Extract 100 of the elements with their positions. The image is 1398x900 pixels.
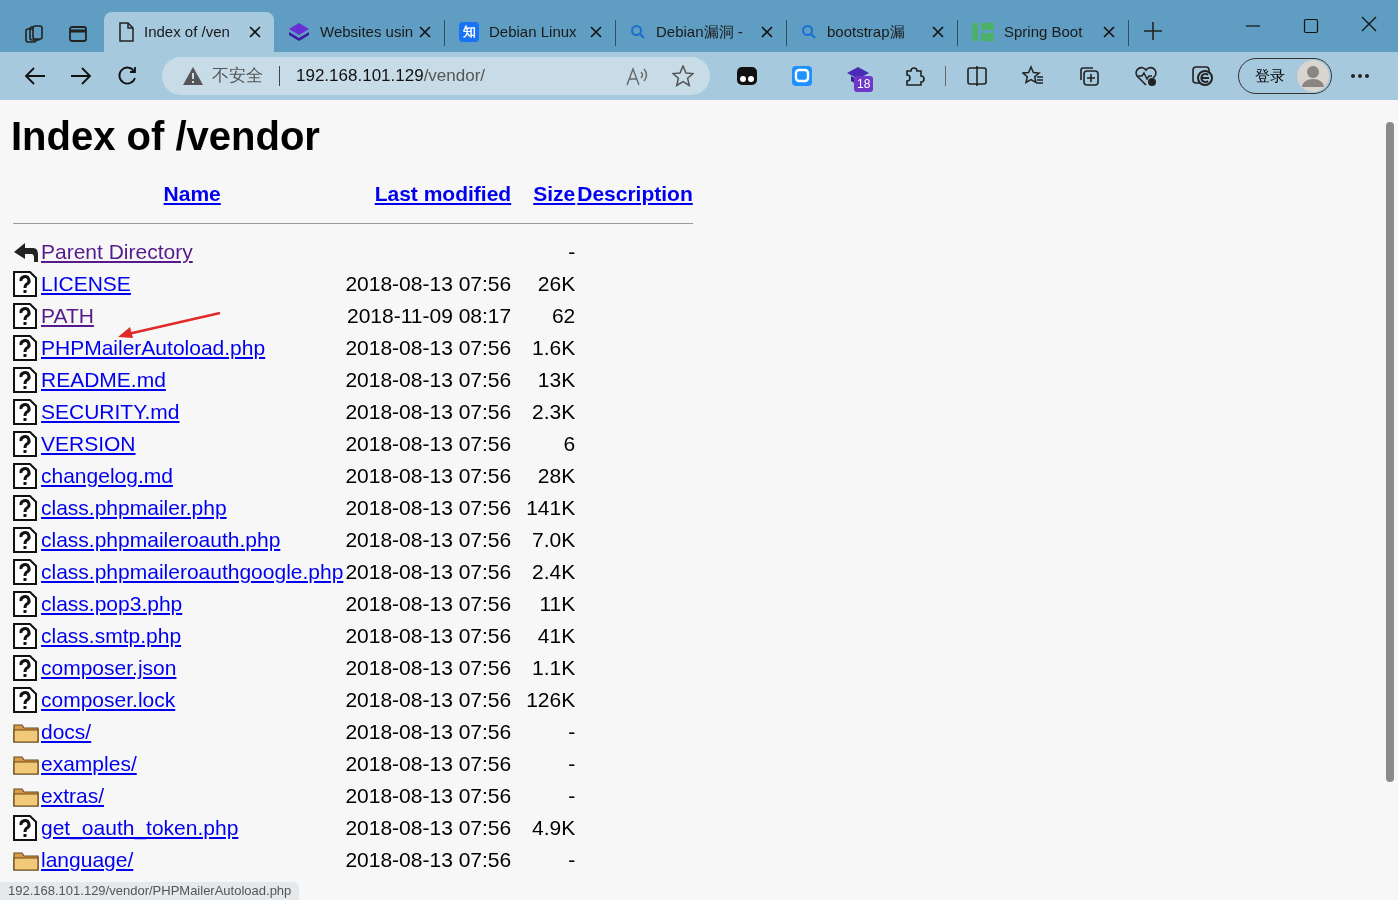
unknown-file-icon [13, 271, 37, 297]
url-text: 192.168.101.129/vendor/ [296, 65, 486, 88]
reload-icon[interactable] [116, 65, 138, 87]
folder-icon [13, 849, 39, 871]
browser-tab[interactable]: Debian漏洞 - [616, 12, 786, 52]
column-header-link[interactable]: Last modified [374, 182, 512, 205]
folder-icon [13, 753, 39, 775]
file-size: 11K [539, 592, 576, 615]
folder-icon [13, 785, 39, 807]
file-link[interactable]: examples/ [41, 752, 137, 775]
browser-tab[interactable]: 知 Debian Linux [445, 12, 615, 52]
split-screen-icon[interactable] [966, 65, 988, 87]
file-link[interactable]: composer.lock [41, 688, 176, 711]
modified-date: 2018-08-13 07:56 [345, 464, 512, 487]
new-tab-icon[interactable] [1143, 21, 1163, 41]
close-icon[interactable] [1102, 25, 1116, 39]
file-size: 2.3K [532, 400, 576, 423]
file-link[interactable]: LICENSE [41, 272, 131, 295]
file-size: 4.9K [532, 816, 576, 839]
column-header-link[interactable]: Description [577, 182, 693, 205]
folder-icon [13, 721, 39, 743]
collections-icon[interactable] [1078, 65, 1100, 87]
puzzle-icon[interactable] [903, 65, 925, 87]
file-size: 126K [526, 688, 576, 711]
tab-title: Index of /ven [144, 21, 231, 42]
file-size: - [568, 848, 576, 871]
modified-date: 2018-08-13 07:56 [345, 272, 512, 295]
favorite-star-icon[interactable] [672, 65, 694, 87]
close-icon[interactable] [760, 25, 774, 39]
browser-tab[interactable]: bootstrap漏 [787, 12, 957, 52]
tab-actions-icon[interactable] [68, 24, 88, 44]
close-icon[interactable] [589, 25, 603, 39]
close-icon[interactable] [248, 25, 262, 39]
file-size: 62 [551, 304, 576, 327]
file-link[interactable]: PATH [41, 304, 94, 327]
tab-title: Spring Boot [1004, 21, 1084, 42]
modified-date: 2018-08-13 07:56 [345, 432, 512, 455]
file-size: 13K [537, 368, 576, 391]
unknown-file-icon [13, 815, 37, 841]
file-link[interactable]: class.smtp.php [41, 624, 182, 647]
workspaces-icon[interactable] [24, 24, 44, 44]
zhihu-logo: 知 [459, 22, 479, 42]
unknown-file-icon [13, 303, 37, 329]
column-header-link[interactable]: Size [533, 182, 576, 205]
file-link[interactable]: class.phpmaileroauth.php [41, 528, 281, 551]
status-url: 192.168.101.129/vendor/PHPMailerAutoload.php [0, 882, 300, 900]
file-size: 6 [563, 432, 576, 455]
file-size: 141K [526, 496, 576, 519]
tab-title: bootstrap漏 [827, 21, 906, 42]
modified-date: 2018-08-13 07:56 [345, 592, 512, 615]
column-header-link[interactable]: Name [163, 182, 221, 205]
back-icon[interactable] [24, 66, 46, 86]
tab-title: Websites usin [320, 21, 415, 42]
file-link[interactable]: language/ [41, 848, 134, 871]
file-link[interactable]: class.phpmailer.php [41, 496, 227, 519]
address-bar[interactable]: 不安全 192.168.101.129/vendor/ [162, 57, 710, 95]
back-arrow-icon [13, 240, 39, 264]
heartbeat-icon[interactable] [1134, 65, 1158, 87]
page-icon [118, 22, 134, 42]
file-link[interactable]: changelog.md [41, 464, 173, 487]
unknown-file-icon [13, 431, 37, 457]
file-link[interactable]: class.phpmaileroauthgoogle.php [41, 560, 344, 583]
modified-date: 2018-08-13 07:56 [345, 336, 512, 359]
browser-tab[interactable]: Websites usin [274, 12, 444, 52]
file-size: 26K [537, 272, 576, 295]
unknown-file-icon [13, 623, 37, 649]
unknown-file-icon [13, 367, 37, 393]
forward-icon[interactable] [70, 66, 92, 86]
file-link[interactable]: class.pop3.php [41, 592, 183, 615]
file-link[interactable]: extras/ [41, 784, 105, 807]
more-icon[interactable] [1350, 73, 1370, 79]
modified-date: 2018-08-13 07:56 [345, 848, 512, 871]
file-size: 41K [537, 624, 576, 647]
favorites-icon[interactable] [1022, 65, 1044, 87]
file-size: 28K [537, 464, 576, 487]
browser-tab[interactable]: Spring Boot [958, 12, 1128, 52]
file-size: - [568, 720, 576, 743]
warning-icon [182, 66, 204, 86]
unknown-file-icon [13, 591, 37, 617]
file-link[interactable]: VERSION [41, 432, 136, 455]
file-size: 7.0K [532, 528, 576, 551]
file-link[interactable]: README.md [41, 368, 166, 391]
bars-icon [972, 22, 994, 42]
read-aloud-icon[interactable] [626, 66, 648, 86]
file-link[interactable]: composer.json [41, 656, 177, 679]
tab-title: Debian漏洞 - [656, 21, 744, 42]
file-size: - [568, 240, 576, 263]
file-link[interactable]: SECURITY.md [41, 400, 180, 423]
file-link[interactable]: docs/ [41, 720, 92, 743]
modified-date: 2018-08-13 07:56 [345, 752, 512, 775]
close-icon[interactable] [418, 25, 432, 39]
browser-tab[interactable]: Index of /ven [104, 12, 274, 52]
file-link[interactable]: Parent Directory [41, 240, 193, 263]
tab-title: Debian Linux [489, 21, 578, 42]
file-link[interactable]: get_oauth_token.php [41, 816, 239, 839]
modified-date: 2018-08-13 07:56 [345, 688, 512, 711]
file-link[interactable]: PHPMailerAutoload.php [41, 336, 266, 359]
search-icon [630, 24, 646, 40]
modified-date: 2018-08-13 07:56 [345, 496, 512, 519]
close-icon[interactable] [931, 25, 945, 39]
